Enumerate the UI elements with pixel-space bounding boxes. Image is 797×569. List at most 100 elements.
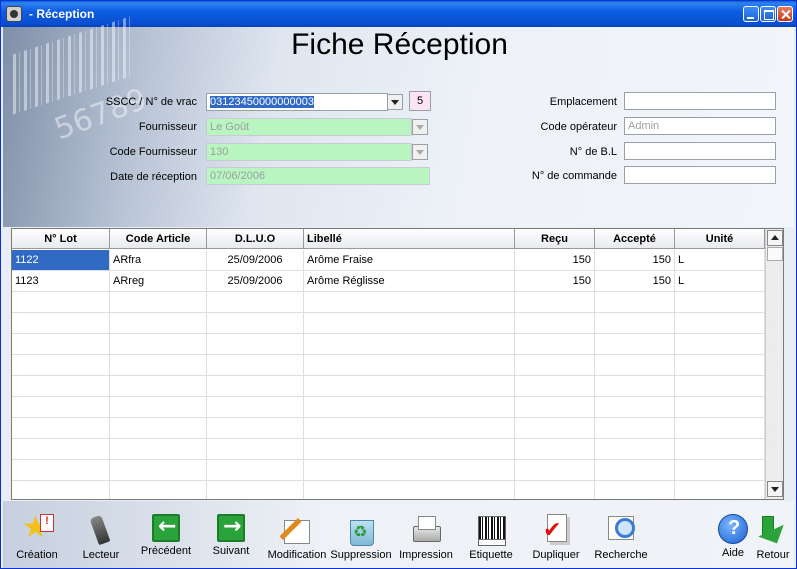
empty-cell[interactable] [515,460,595,480]
empty-cell[interactable] [207,397,304,417]
empty-cell[interactable] [110,292,207,312]
sscc-dropdown-arrow-icon[interactable] [387,94,403,110]
empty-cell[interactable] [110,334,207,354]
table-row[interactable]: 1122 ARfra 25/09/2006 Arôme Fraise 150 1… [12,250,765,271]
emplacement-input[interactable] [624,92,776,110]
suivant-button[interactable]: Suivant [199,514,263,557]
empty-cell[interactable] [304,334,515,354]
empty-cell[interactable] [207,292,304,312]
modification-button[interactable]: Modification [265,514,329,561]
empty-cell[interactable] [515,418,595,438]
scroll-up-arrow-icon[interactable] [767,230,783,246]
empty-table-row[interactable] [12,460,765,481]
cell-code-article[interactable]: ARfra [110,250,207,270]
empty-cell[interactable] [595,481,675,499]
empty-table-row[interactable] [12,292,765,313]
cell-unite[interactable]: L [675,250,765,270]
retour-button[interactable]: Retour [741,514,796,561]
cell-lot[interactable]: 1123 [12,271,110,291]
empty-cell[interactable] [207,418,304,438]
empty-cell[interactable] [675,334,765,354]
empty-cell[interactable] [207,439,304,459]
num-commande-input[interactable] [624,166,776,184]
empty-cell[interactable] [595,376,675,396]
close-button[interactable] [777,6,793,22]
empty-cell[interactable] [675,481,765,499]
scroll-down-arrow-icon[interactable] [767,481,783,497]
empty-cell[interactable] [207,334,304,354]
empty-cell[interactable] [675,292,765,312]
table-row[interactable]: 1123 ARreg 25/09/2006 Arôme Réglisse 150… [12,271,765,292]
cell-lot[interactable]: 1122 [12,250,110,270]
maximize-button[interactable] [760,6,776,22]
empty-table-row[interactable] [12,439,765,460]
empty-cell[interactable] [110,418,207,438]
num-bl-input[interactable] [624,142,776,160]
empty-cell[interactable] [12,460,110,480]
empty-cell[interactable] [304,439,515,459]
empty-cell[interactable] [207,355,304,375]
empty-cell[interactable] [207,313,304,333]
code-operateur-input[interactable]: Admin [624,117,776,135]
cell-recu[interactable]: 150 [515,250,595,270]
empty-cell[interactable] [595,460,675,480]
empty-cell[interactable] [110,439,207,459]
cell-accepte[interactable]: 150 [595,250,675,270]
cell-code-article[interactable]: ARreg [110,271,207,291]
empty-cell[interactable] [675,355,765,375]
empty-cell[interactable] [207,460,304,480]
cell-libelle[interactable]: Arôme Fraise [304,250,515,270]
minimize-button[interactable] [743,6,759,22]
cell-dluo[interactable]: 25/09/2006 [207,250,304,270]
empty-table-row[interactable] [12,313,765,334]
empty-cell[interactable] [12,376,110,396]
empty-cell[interactable] [12,418,110,438]
empty-cell[interactable] [515,376,595,396]
empty-cell[interactable] [110,376,207,396]
empty-cell[interactable] [515,355,595,375]
impression-button[interactable]: Impression [394,514,458,561]
code-fournisseur-dropdown-arrow-icon[interactable] [412,144,428,160]
empty-cell[interactable] [595,439,675,459]
empty-cell[interactable] [110,355,207,375]
empty-cell[interactable] [304,313,515,333]
empty-cell[interactable] [304,460,515,480]
empty-cell[interactable] [595,292,675,312]
empty-cell[interactable] [595,313,675,333]
empty-cell[interactable] [304,355,515,375]
creation-button[interactable]: Création [5,510,69,561]
empty-cell[interactable] [110,397,207,417]
empty-cell[interactable] [304,376,515,396]
empty-cell[interactable] [515,481,595,499]
grid-scrollbar[interactable] [765,229,783,499]
empty-cell[interactable] [12,313,110,333]
etiquette-button[interactable]: Etiquette [459,514,523,561]
empty-cell[interactable] [207,481,304,499]
empty-cell[interactable] [12,334,110,354]
column-header-libelle[interactable]: Libellé [304,229,515,248]
fournisseur-combo[interactable]: Le Goût [206,118,412,136]
empty-cell[interactable] [595,397,675,417]
empty-cell[interactable] [675,397,765,417]
empty-table-row[interactable] [12,397,765,418]
empty-table-row[interactable] [12,355,765,376]
lecteur-button[interactable]: Lecteur [69,514,133,561]
empty-cell[interactable] [110,460,207,480]
empty-cell[interactable] [304,292,515,312]
empty-cell[interactable] [12,481,110,499]
suppression-button[interactable]: Suppression [329,514,393,561]
empty-cell[interactable] [515,397,595,417]
empty-cell[interactable] [12,292,110,312]
empty-cell[interactable] [595,418,675,438]
cell-unite[interactable]: L [675,271,765,291]
column-header-dluo[interactable]: D.L.U.O [207,229,304,248]
empty-cell[interactable] [12,439,110,459]
column-header-accepte[interactable]: Accepté [595,229,675,248]
recherche-button[interactable]: Recherche [589,514,653,561]
cell-recu[interactable]: 150 [515,271,595,291]
empty-cell[interactable] [12,355,110,375]
empty-cell[interactable] [675,418,765,438]
empty-cell[interactable] [110,481,207,499]
empty-table-row[interactable] [12,334,765,355]
empty-cell[interactable] [675,313,765,333]
